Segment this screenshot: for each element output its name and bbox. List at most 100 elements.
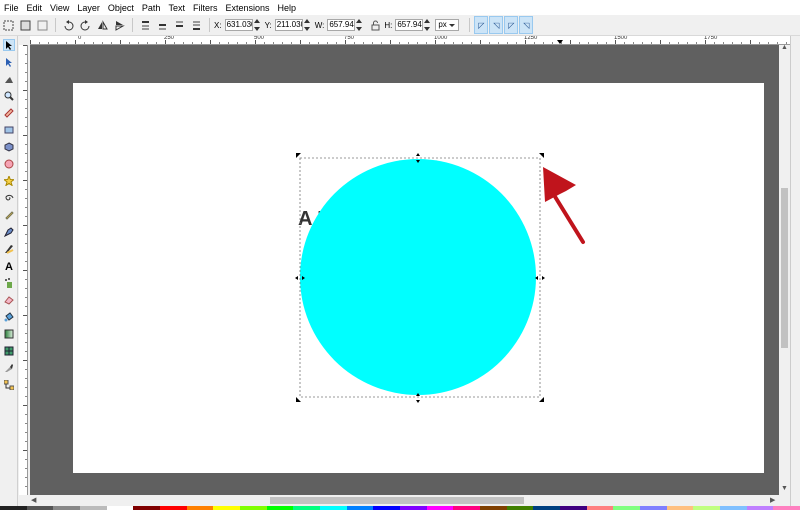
palette-swatch[interactable] [773,506,800,510]
palette-swatch[interactable] [346,506,374,510]
deselect-icon[interactable] [36,19,49,32]
palette-swatch[interactable] [0,506,27,510]
palette-swatch[interactable] [746,506,774,510]
3d-box-tool-icon[interactable] [3,141,15,153]
lower-icon[interactable] [173,19,186,32]
spiral-tool-icon[interactable] [3,192,15,204]
unit-select[interactable]: px [435,19,460,31]
w-input[interactable]: 657.941 [327,19,356,31]
handle-bottom-right[interactable] [539,397,544,402]
y-spinner[interactable] [303,19,310,31]
palette-swatch[interactable] [453,506,481,510]
cyan-circle[interactable] [300,159,536,395]
rotate-ccw-icon[interactable] [62,19,75,32]
palette-swatch[interactable] [26,506,54,510]
lower-to-bottom-icon[interactable] [190,19,203,32]
measure-tool-icon[interactable] [3,107,15,119]
vertical-ruler[interactable] [19,45,28,495]
palette-swatch[interactable] [106,506,134,510]
palette-swatch[interactable] [640,506,667,510]
flip-vertical-icon[interactable] [113,19,126,32]
tweak-tool-icon[interactable] [3,73,15,85]
node-tool-icon[interactable] [3,56,15,68]
ellipse-tool-icon[interactable] [3,158,15,170]
lock-ratio-icon[interactable] [369,19,382,32]
flip-horizontal-icon[interactable] [96,19,109,32]
palette-swatch[interactable] [480,506,507,510]
palette-swatch[interactable] [533,506,561,510]
rectangle-tool-icon[interactable] [3,124,15,136]
palette-swatch[interactable] [693,506,721,510]
scale-radii-icon[interactable]: ◹ [489,16,504,34]
select-all-icon[interactable] [2,19,15,32]
rotate-cw-icon[interactable] [79,19,92,32]
palette-swatch[interactable] [400,506,427,510]
palette-swatch[interactable] [506,506,534,510]
connector-tool-icon[interactable] [3,379,15,391]
palette-swatch[interactable] [53,506,81,510]
palette-swatch[interactable] [320,506,347,510]
dropper-tool-icon[interactable] [3,362,15,374]
menu-object[interactable]: Object [108,3,134,13]
palette-swatch[interactable] [666,506,694,510]
menu-view[interactable]: View [50,3,69,13]
vertical-scrollbar[interactable]: ▲ ▼ [779,44,790,495]
menu-help[interactable]: Help [277,3,296,13]
move-patterns-icon[interactable]: ◹ [519,16,534,34]
raise-to-top-icon[interactable] [139,19,152,32]
mesh-tool-icon[interactable] [3,345,15,357]
gradient-tool-icon[interactable] [3,328,15,340]
calligraphy-tool-icon[interactable] [3,243,15,255]
palette-swatch[interactable] [560,506,587,510]
pen-tool-icon[interactable] [3,226,15,238]
menu-path[interactable]: Path [142,3,161,13]
select-tool-icon[interactable] [3,39,15,51]
scroll-up-icon[interactable]: ▲ [781,44,788,51]
menu-layer[interactable]: Layer [77,3,100,13]
select-all-layers-icon[interactable] [19,19,32,32]
palette-swatch[interactable] [213,506,241,510]
horizontal-scrollbar[interactable]: ◀ ▶ [30,495,779,506]
palette-swatch[interactable] [160,506,187,510]
scroll-right-icon[interactable]: ▶ [770,496,775,504]
palette-swatch[interactable] [720,506,747,510]
bucket-tool-icon[interactable] [3,311,15,323]
palette-swatch[interactable] [426,506,454,510]
x-spinner[interactable] [253,19,260,31]
palette-swatch[interactable] [613,506,641,510]
handle-bottom-left[interactable] [296,397,301,402]
pencil-tool-icon[interactable] [3,209,15,221]
palette-swatch[interactable] [586,506,614,510]
y-input[interactable]: 211.030 [274,19,303,31]
scroll-left-icon[interactable]: ◀ [31,496,36,504]
color-palette[interactable] [0,506,800,510]
vertical-scroll-thumb[interactable] [781,188,788,348]
palette-swatch[interactable] [293,506,321,510]
w-spinner[interactable] [356,19,363,31]
raise-icon[interactable] [156,19,169,32]
h-spinner[interactable] [424,19,431,31]
menu-edit[interactable]: Edit [27,3,43,13]
palette-swatch[interactable] [80,506,107,510]
handle-top-left[interactable] [296,153,301,158]
horizontal-scroll-thumb[interactable] [270,497,524,504]
menu-file[interactable]: File [4,3,19,13]
scale-stroke-icon[interactable]: ◸ [474,16,489,34]
horizontal-ruler[interactable]: 0 250 500 750 1000 1250 1500 1750 [30,36,790,45]
zoom-tool-icon[interactable] [3,90,15,102]
spray-tool-icon[interactable] [3,277,15,289]
drawing-canvas[interactable]: A E [30,45,779,495]
move-gradients-icon[interactable]: ◸ [504,16,519,34]
x-input[interactable]: 631.030 [224,19,253,31]
text-tool-icon[interactable]: A [3,260,15,272]
menu-filters[interactable]: Filters [193,3,218,13]
palette-swatch[interactable] [373,506,401,510]
star-tool-icon[interactable] [3,175,15,187]
palette-swatch[interactable] [266,506,294,510]
palette-swatch[interactable] [240,506,267,510]
h-input[interactable]: 657.941 [395,19,424,31]
menu-extensions[interactable]: Extensions [225,3,269,13]
eraser-tool-icon[interactable] [3,294,15,306]
menu-text[interactable]: Text [168,3,185,13]
palette-swatch[interactable] [133,506,161,510]
